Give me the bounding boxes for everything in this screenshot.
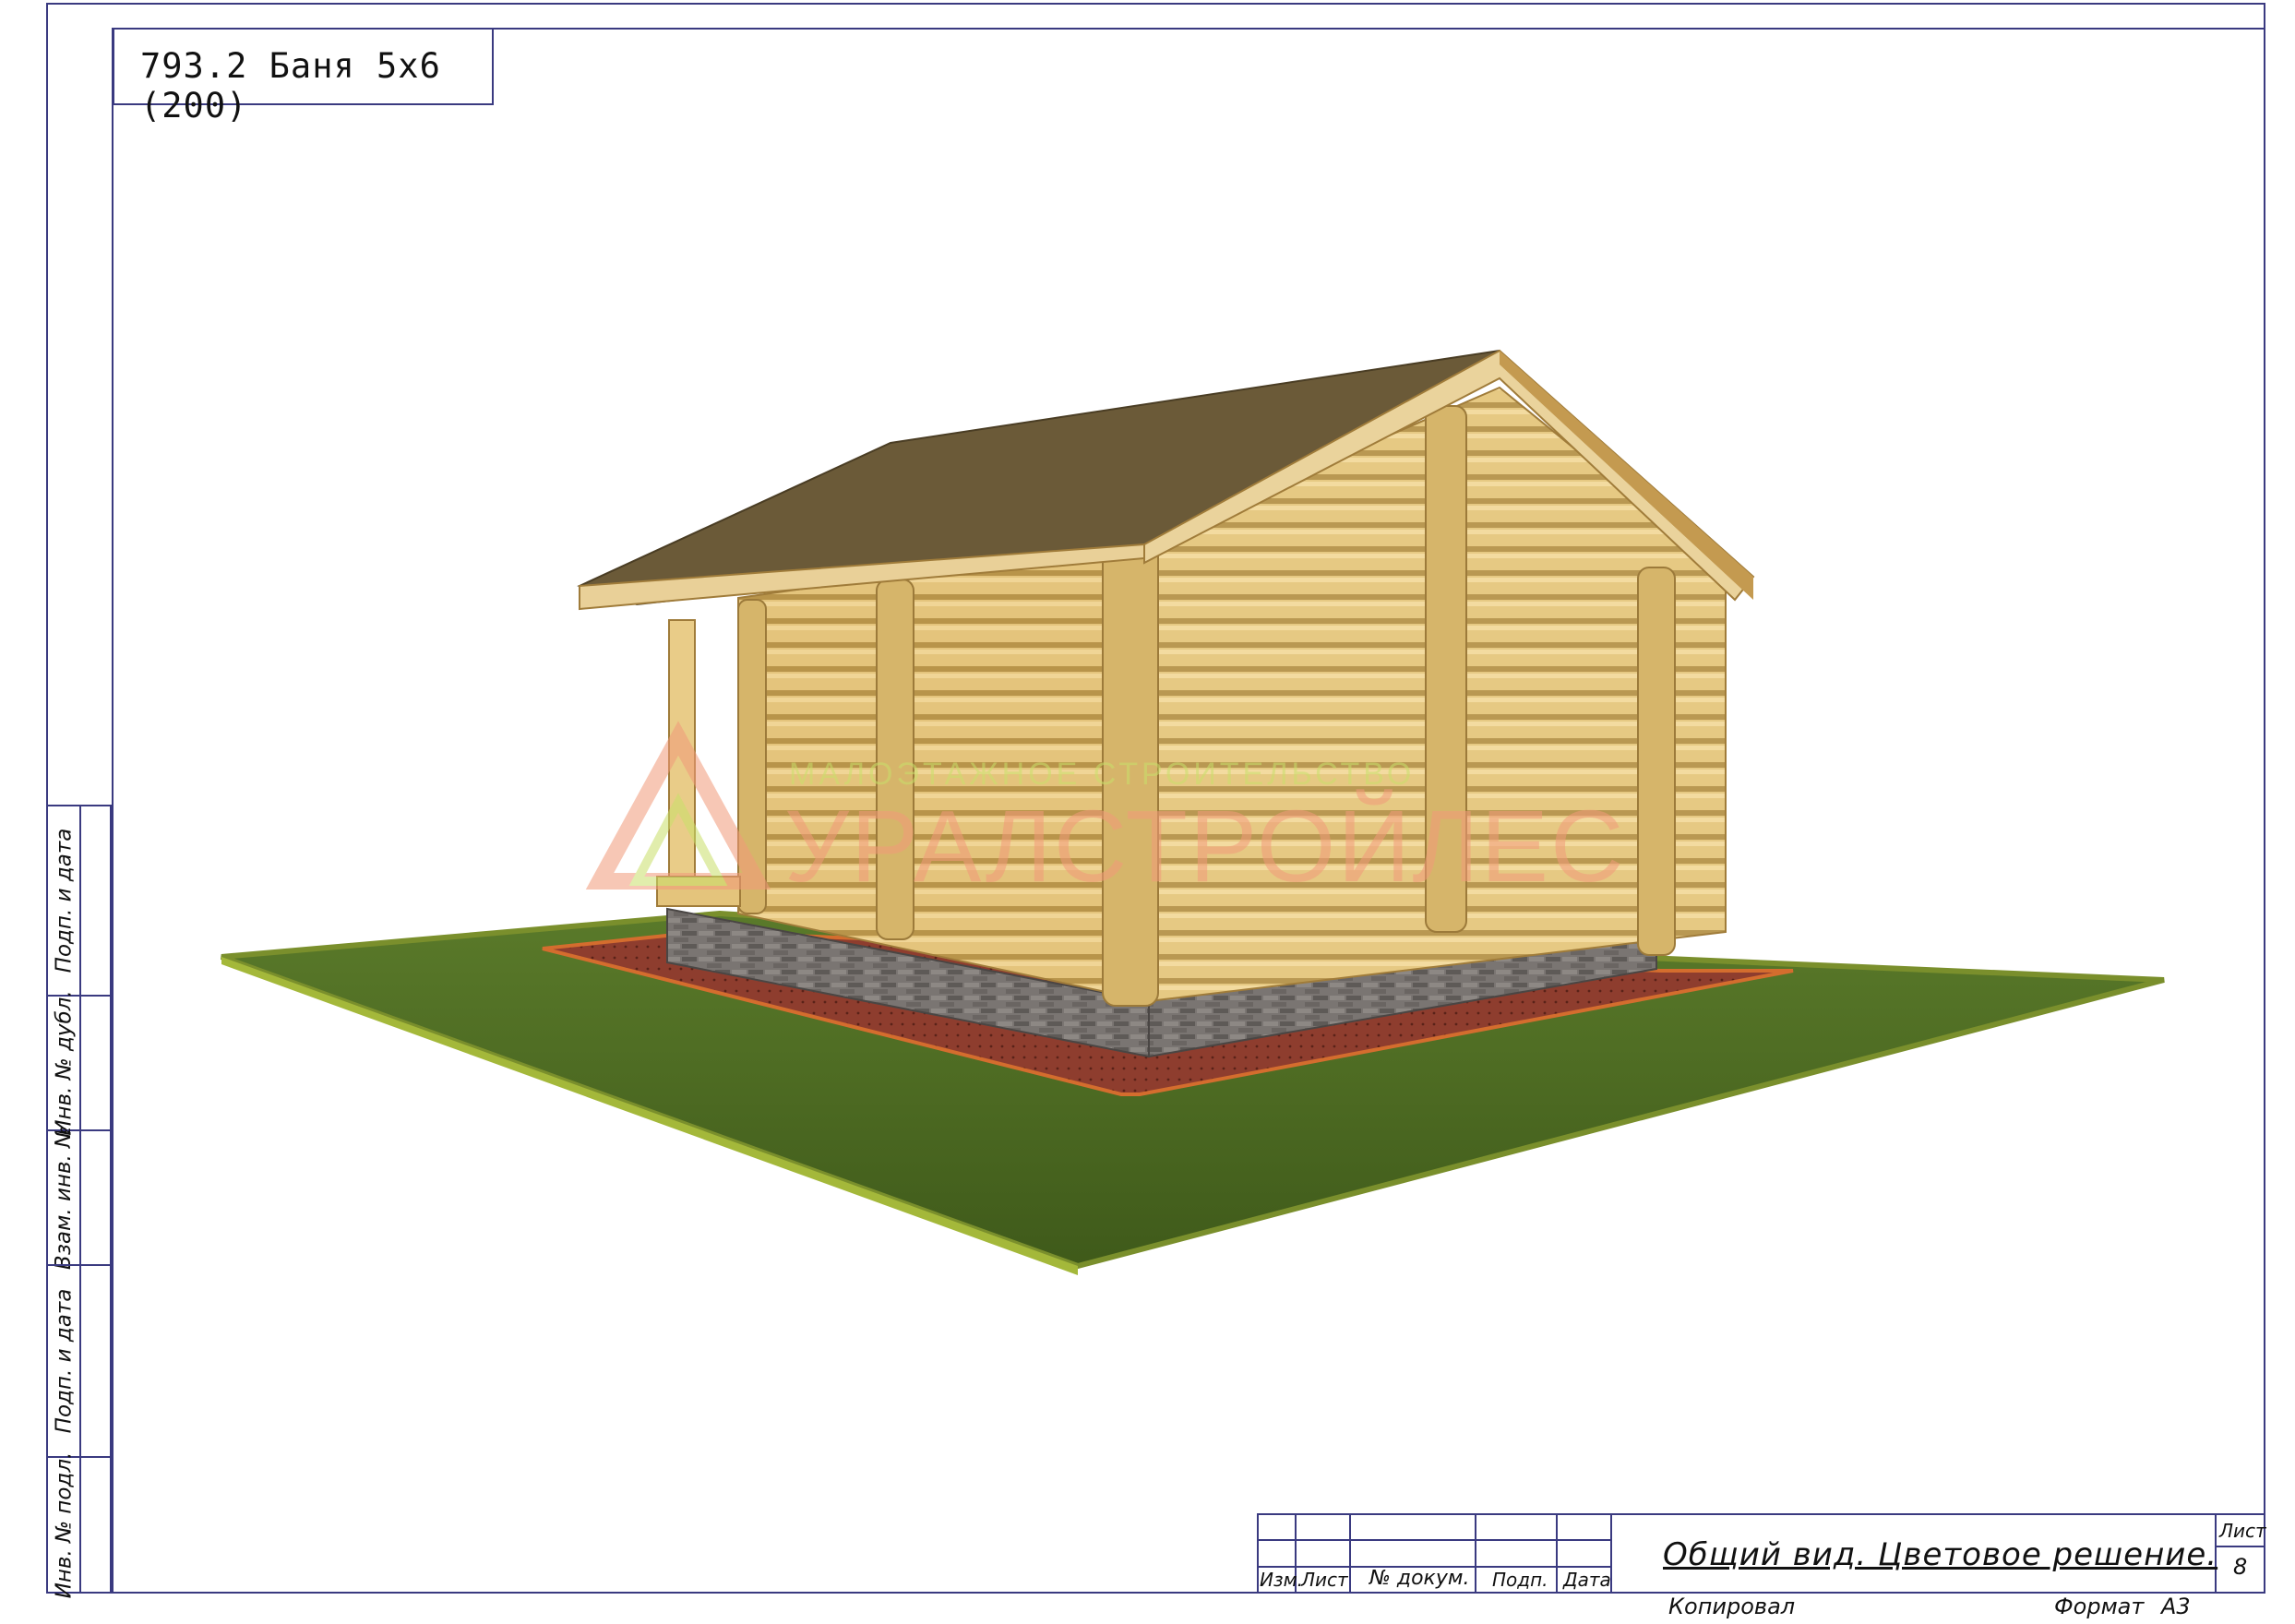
watermark-tagline: МАЛОЭТАЖНОЕ СТРОИТЕЛЬСТВО xyxy=(789,757,1415,792)
header-signature: Подп. xyxy=(1492,1569,1548,1591)
side-cell-dup-inv: Инв. № дубл. xyxy=(46,990,112,1136)
drawing-title: Общий вид. Цветовое решение. xyxy=(1663,1536,2218,1573)
header-doc-number: № докум. xyxy=(1369,1567,1470,1590)
title-block: Изм. Лист № докум. Подп. Дата Общий вид.… xyxy=(1257,1513,2266,1594)
side-strip: Подп. и дата Инв. № дубл. Взам. инв. № П… xyxy=(46,805,112,1598)
copied-label: Копировал xyxy=(1668,1594,1796,1619)
side-cell-sign-date-1: Подп. и дата xyxy=(46,805,112,997)
sheet-number: 8 xyxy=(2233,1554,2248,1580)
side-cell-sign-date-2: Подп. и дата xyxy=(46,1264,112,1458)
header-date: Дата xyxy=(1563,1569,1611,1591)
side-cell-replace-inv: Взам. инв. № xyxy=(46,1126,112,1270)
side-cell-orig-inv: Инв. № подл. xyxy=(46,1451,112,1598)
sheet-label: Лист xyxy=(2219,1520,2266,1542)
format-value: А3 xyxy=(2161,1594,2191,1619)
bathhouse-3d-view: МАЛОЭТАЖНОЕ СТРОИТЕЛЬСТВО УРАЛСТРОЙЛЕС xyxy=(220,349,2165,1275)
header-sheet: Лист xyxy=(1301,1569,1348,1591)
header-change: Изм. xyxy=(1260,1569,1304,1591)
watermark-brand: УРАЛСТРОЙЛЕС xyxy=(784,790,1625,903)
format-label: Формат xyxy=(2054,1594,2145,1619)
